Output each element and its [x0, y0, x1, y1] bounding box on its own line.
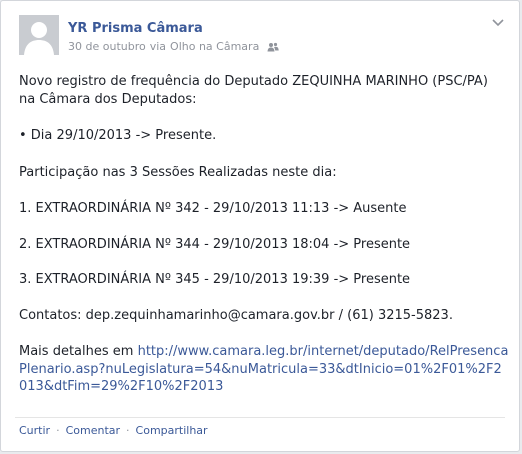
post-meta: 30 de outubro via Olho na Câmara	[68, 40, 280, 53]
via-label: via	[149, 40, 167, 53]
chevron-down-icon[interactable]	[491, 17, 505, 27]
share-button[interactable]: Compartilhar	[136, 424, 208, 437]
post-line-attendance: • Dia 29/10/2013 -> Presente.	[19, 128, 217, 143]
post-line-participation: Participação nas 3 Sessões Realizadas ne…	[19, 165, 337, 180]
post-line-details: Mais detalhes em http://www.camara.leg.b…	[19, 343, 509, 396]
comment-button[interactable]: Comentar	[66, 424, 120, 437]
profile-silhouette-icon	[19, 15, 59, 55]
post-line-contacts: Contatos: dep.zequinhamarinho@camara.gov…	[19, 308, 453, 323]
action-separator: ·	[56, 424, 60, 437]
post-line-session-3: 3. EXTRAORDINÁRIA Nº 345 - 29/10/2013 19…	[19, 272, 411, 287]
post-line-registration: Novo registro de frequência do Deputado …	[19, 74, 488, 107]
friends-audience-icon[interactable]	[267, 42, 280, 52]
post-actions: Curtir · Comentar · Compartilhar	[19, 424, 208, 437]
post-card: YR Prisma Câmara 30 de outubro via Olho …	[0, 0, 520, 452]
post-line-session-1: 1. EXTRAORDINÁRIA Nº 342 - 29/10/2013 11…	[19, 201, 407, 216]
post-date[interactable]: 30 de outubro	[68, 40, 146, 53]
post-author[interactable]: YR Prisma Câmara	[68, 21, 203, 36]
via-source[interactable]: Olho na Câmara	[170, 40, 259, 53]
post-line-session-2: 2. EXTRAORDINÁRIA Nº 344 - 29/10/2013 18…	[19, 237, 411, 252]
action-separator: ·	[126, 424, 130, 437]
like-button[interactable]: Curtir	[19, 424, 50, 437]
details-prefix: Mais detalhes em	[19, 344, 134, 359]
avatar[interactable]	[19, 15, 59, 55]
actions-divider	[15, 417, 505, 418]
